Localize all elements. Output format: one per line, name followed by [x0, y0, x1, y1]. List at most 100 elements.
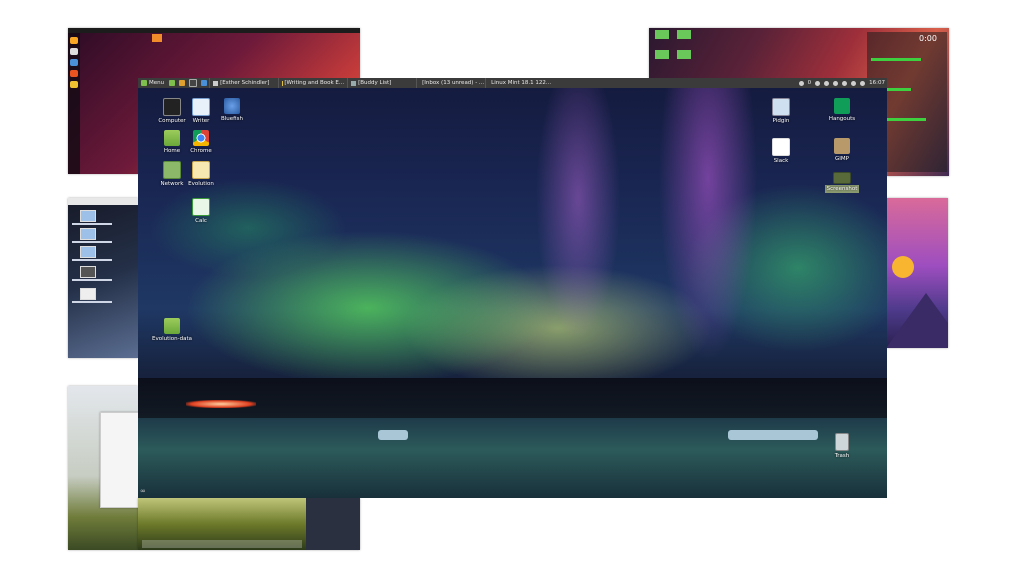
browser-launcher-icon[interactable]	[201, 80, 208, 86]
task-label: [Esther Schindler]	[220, 80, 270, 86]
desktop-icon-slack[interactable]: Slack	[761, 138, 801, 164]
desktop-icon-evolution-data[interactable]: Evolution-data	[144, 318, 200, 342]
evolution-icon	[192, 161, 210, 179]
taskbar-button[interactable]: Linux Mint 18.1 122...	[485, 78, 554, 88]
menu-label: Menu	[149, 80, 165, 86]
taskbar-button[interactable]: [Inbox (13 unread) - ...	[416, 78, 485, 88]
task-label: Linux Mint 18.1 122...	[491, 80, 552, 86]
network-icon[interactable]	[824, 80, 830, 86]
show-desktop-icon[interactable]	[169, 80, 176, 86]
folder-icon	[152, 34, 162, 42]
mate-desktop-thumbnail	[68, 198, 138, 358]
dock-icon	[70, 37, 78, 44]
desktop-icon-screenshot[interactable]: Screenshot	[822, 172, 862, 193]
desktop-icon-gimp[interactable]: GIMP	[822, 138, 862, 162]
icon-label: Pidgin	[772, 118, 790, 124]
screenshot-icon	[833, 172, 851, 184]
desktop-icon-evolution[interactable]: Evolution	[181, 161, 221, 187]
task-label: [Inbox (13 unread) - ...	[422, 80, 485, 86]
window-icon	[213, 80, 219, 86]
desktop-icon-trash[interactable]: Trash	[822, 433, 862, 459]
icon-label: GIMP	[835, 156, 849, 162]
link-icon: ∞	[140, 487, 146, 495]
ice-floe	[378, 430, 408, 440]
monitor-icon	[163, 98, 181, 116]
task-label: [Writing and Book E...	[284, 80, 345, 86]
wastebasket-icon	[80, 246, 96, 258]
computer-icon	[80, 210, 96, 222]
slack-icon	[772, 138, 790, 156]
panel-clock[interactable]: 16:07	[869, 80, 885, 86]
bottom-desktop-thumbnail	[138, 498, 360, 550]
system-tray: 0 16:07	[797, 80, 887, 86]
top-panel	[68, 198, 138, 205]
icon-label: Bluefish	[221, 116, 243, 122]
settings-icon[interactable]	[798, 80, 804, 86]
icon-label	[72, 259, 112, 261]
dock	[68, 33, 80, 174]
linux-mint-desktop-screenshot: Menu [Esther Schindler] [Writing and Boo…	[138, 78, 887, 498]
bluefish-icon	[224, 98, 240, 114]
folder-icon	[655, 30, 669, 39]
folder-icon	[164, 318, 180, 334]
dock	[142, 540, 302, 548]
user-icon[interactable]	[815, 80, 821, 86]
icon-label: Hangouts	[828, 116, 856, 122]
network-icon	[163, 161, 181, 179]
icon-label: Writer	[192, 118, 210, 124]
desktop-icon-hangouts[interactable]: Hangouts	[822, 98, 862, 122]
calc-icon	[192, 198, 210, 216]
screenshot-icon	[80, 266, 96, 278]
writer-icon	[192, 98, 210, 116]
icon-label: Screenshot	[824, 185, 860, 193]
icon-label: Chrome	[190, 148, 212, 154]
gimp-icon	[834, 138, 850, 154]
window-icon	[351, 80, 357, 86]
trash-icon	[835, 433, 849, 451]
icon-label: Trash	[834, 453, 850, 459]
desktop-icon-bluefish[interactable]: Bluefish	[212, 98, 252, 122]
icon-label: Calc	[195, 218, 207, 224]
desktop-icon-calc[interactable]: Calc	[181, 198, 221, 224]
mountain-shape	[886, 293, 948, 348]
ice-floe	[728, 430, 818, 440]
files-launcher-icon[interactable]	[179, 80, 186, 86]
icon-label	[72, 301, 112, 303]
town-lights	[186, 400, 256, 408]
folder-icon	[677, 30, 691, 39]
taskbar-button[interactable]: [Buddy List]	[347, 78, 416, 88]
folder-icon	[655, 50, 669, 59]
top-panel: Menu [Esther Schindler] [Writing and Boo…	[138, 78, 887, 88]
chrome-icon	[193, 130, 209, 146]
screenshot-icon	[80, 288, 96, 300]
bluetooth-icon[interactable]	[860, 80, 866, 86]
top-bar	[68, 28, 360, 33]
dock-icon	[70, 70, 78, 77]
icon-label: Evolution-data	[151, 336, 193, 342]
clock-widget: 0:00	[919, 34, 937, 43]
pidgin-icon	[772, 98, 790, 116]
hangouts-icon	[834, 98, 850, 114]
battery-icon[interactable]	[851, 80, 857, 86]
desktop-icon-pidgin[interactable]: Pidgin	[761, 98, 801, 124]
icon-label	[72, 279, 112, 281]
shield-icon[interactable]	[833, 80, 839, 86]
icon-label: Slack	[773, 158, 789, 164]
mint-logo-icon	[141, 80, 147, 86]
sun-shape	[892, 256, 914, 278]
dock-icon	[70, 81, 78, 88]
cpu-bar	[871, 58, 921, 61]
taskbar-button[interactable]: [Writing and Book E...	[278, 78, 347, 88]
dock-icon	[70, 48, 78, 55]
task-label: [Buddy List]	[358, 80, 392, 86]
icon-label	[72, 223, 112, 225]
taskbar-button[interactable]: [Esther Schindler]	[209, 78, 278, 88]
volume-icon[interactable]	[842, 80, 848, 86]
home-folder-icon	[164, 130, 180, 146]
shoreline	[138, 378, 887, 418]
notification-panel	[306, 498, 360, 550]
desktop-icon-chrome[interactable]: Chrome	[181, 130, 221, 154]
icon-label: Home	[163, 148, 181, 154]
menu-button[interactable]: Menu	[138, 78, 167, 88]
terminal-launcher-icon[interactable]	[189, 79, 198, 87]
